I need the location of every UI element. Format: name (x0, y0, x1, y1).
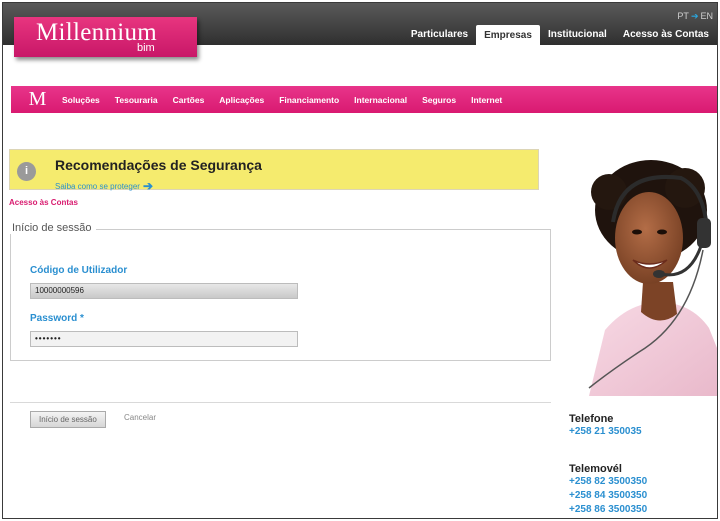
user-code-input[interactable]: 10000000596 (30, 283, 298, 299)
nav-item-aplicacoes[interactable]: Aplicações (219, 95, 264, 105)
login-button[interactable]: Início de sessão (30, 411, 106, 428)
language-switch[interactable]: PT ➔ EN (677, 11, 713, 22)
nav-item-solucoes[interactable]: Soluções (62, 95, 100, 105)
telemovel-number[interactable]: +258 82 3500350 (569, 475, 647, 489)
arrow-right-icon: ➔ (690, 11, 699, 21)
user-code-label: Código de Utilizador (30, 265, 128, 276)
contact-telefone: Telefone +258 21 350035 (569, 413, 642, 439)
support-agent-photo (569, 152, 717, 396)
info-icon: i (17, 162, 36, 181)
password-input[interactable]: ••••••• (30, 331, 298, 347)
nav-item-seguros[interactable]: Seguros (422, 95, 456, 105)
banner-link[interactable]: Saiba como se proteger ➔ (55, 179, 153, 193)
main-nav: M Soluções Tesouraria Cartões Aplicações… (11, 86, 717, 113)
lang-en[interactable]: EN (700, 11, 713, 21)
nav-item-tesouraria[interactable]: Tesouraria (115, 95, 158, 105)
telefone-number[interactable]: +258 21 350035 (569, 425, 642, 439)
nav-item-internacional[interactable]: Internacional (354, 95, 407, 105)
tab-institucional[interactable]: Institucional (540, 25, 615, 45)
telemovel-number[interactable]: +258 84 3500350 (569, 489, 647, 503)
logo-sub: bim (137, 42, 155, 54)
tab-empresas[interactable]: Empresas (476, 25, 540, 45)
divider (10, 402, 551, 403)
lang-pt[interactable]: PT (677, 11, 689, 21)
contact-telemovel: Telemovél +258 82 3500350 +258 84 350035… (569, 463, 647, 517)
telemovel-label: Telemovél (569, 463, 622, 475)
cancel-link[interactable]: Cancelar (124, 413, 156, 422)
password-label: Password * (30, 313, 84, 324)
banner-title: Recomendações de Segurança (55, 157, 262, 173)
telemovel-number[interactable]: +258 86 3500350 (569, 503, 647, 517)
top-tabs: Particulares Empresas Institucional Aces… (403, 25, 717, 45)
millennium-logo[interactable]: Millennium bim (14, 17, 197, 57)
browser-frame: PT ➔ EN Particulares Empresas Instituciona… (2, 2, 718, 519)
nav-item-financiamento[interactable]: Financiamento (279, 95, 339, 105)
telefone-label: Telefone (569, 413, 614, 425)
nav-item-cartoes[interactable]: Cartões (173, 95, 205, 105)
breadcrumb[interactable]: Acesso às Contas (9, 198, 78, 207)
banner-link-text[interactable]: Saiba como se proteger (55, 182, 140, 191)
nav-item-internet[interactable]: Internet (471, 95, 502, 105)
security-banner: i Recomendações de Segurança Saiba como … (9, 149, 539, 193)
m-logo-icon[interactable]: M (13, 88, 62, 111)
tab-acesso-contas[interactable]: Acesso às Contas (615, 25, 717, 45)
arrow-right-icon: ➔ (142, 179, 153, 193)
login-legend: Início de sessão (10, 222, 96, 234)
tab-particulares[interactable]: Particulares (403, 25, 476, 45)
